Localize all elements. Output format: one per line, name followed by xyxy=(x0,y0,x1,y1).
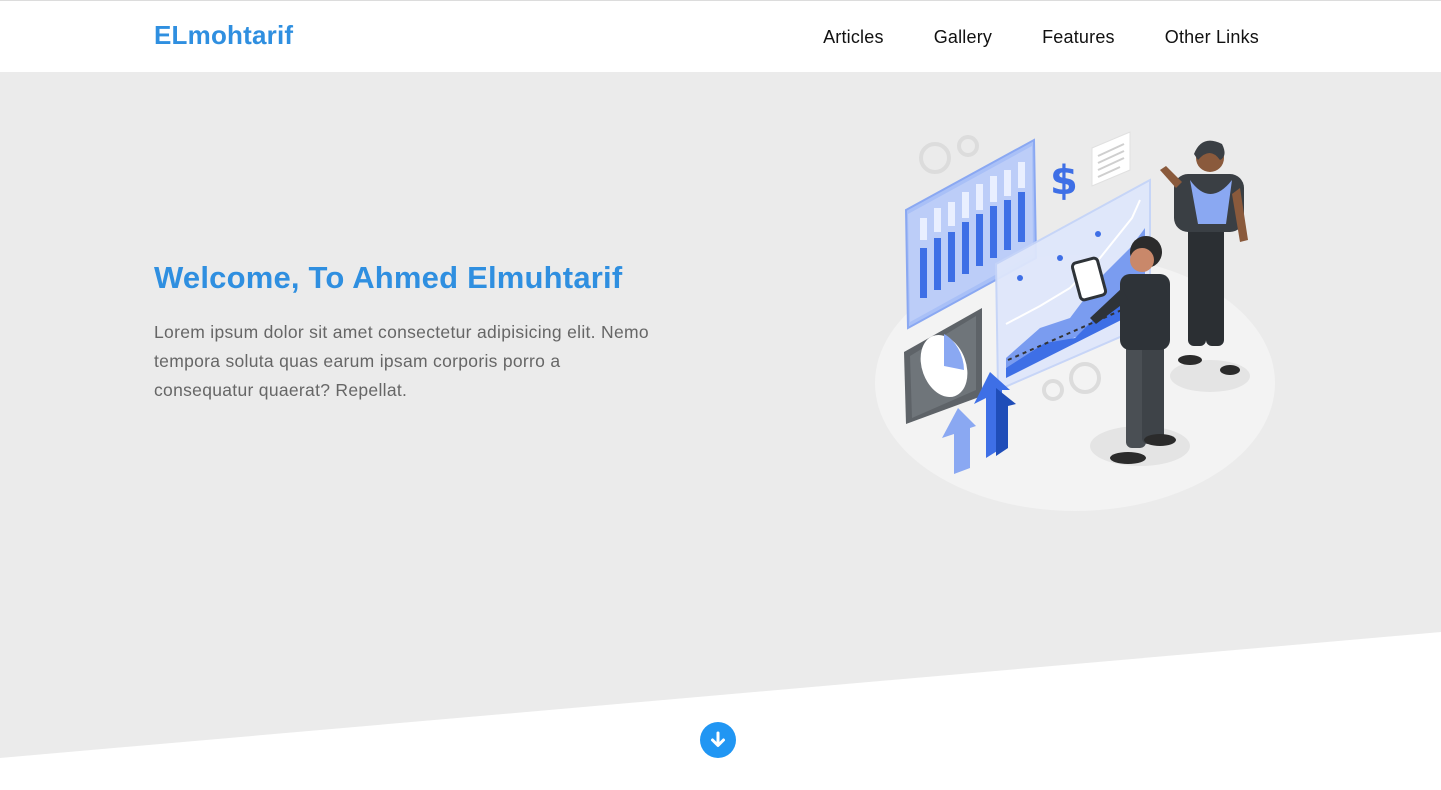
site-header: ELmohtarif Articles Gallery Features Oth… xyxy=(0,0,1441,72)
nav-link-gallery[interactable]: Gallery xyxy=(934,27,992,48)
arrow-down-circle-icon xyxy=(711,731,725,747)
hero-description: Lorem ipsum dolor sit amet consectetur a… xyxy=(154,322,649,400)
hero-title: Welcome, To Ahmed Elmuhtarif xyxy=(154,260,623,295)
site-logo[interactable]: ELmohtarif xyxy=(154,20,293,51)
nav-link-articles[interactable]: Articles xyxy=(823,27,884,48)
business-analytics-illustration: $ xyxy=(875,131,1275,511)
nav-link-other-links[interactable]: Other Links xyxy=(1165,27,1259,48)
svg-text:$: $ xyxy=(1050,158,1078,204)
nav-link-features[interactable]: Features xyxy=(1042,27,1115,48)
scroll-down-button[interactable] xyxy=(700,722,736,758)
main-nav: Articles Gallery Features Other Links xyxy=(773,1,1259,73)
